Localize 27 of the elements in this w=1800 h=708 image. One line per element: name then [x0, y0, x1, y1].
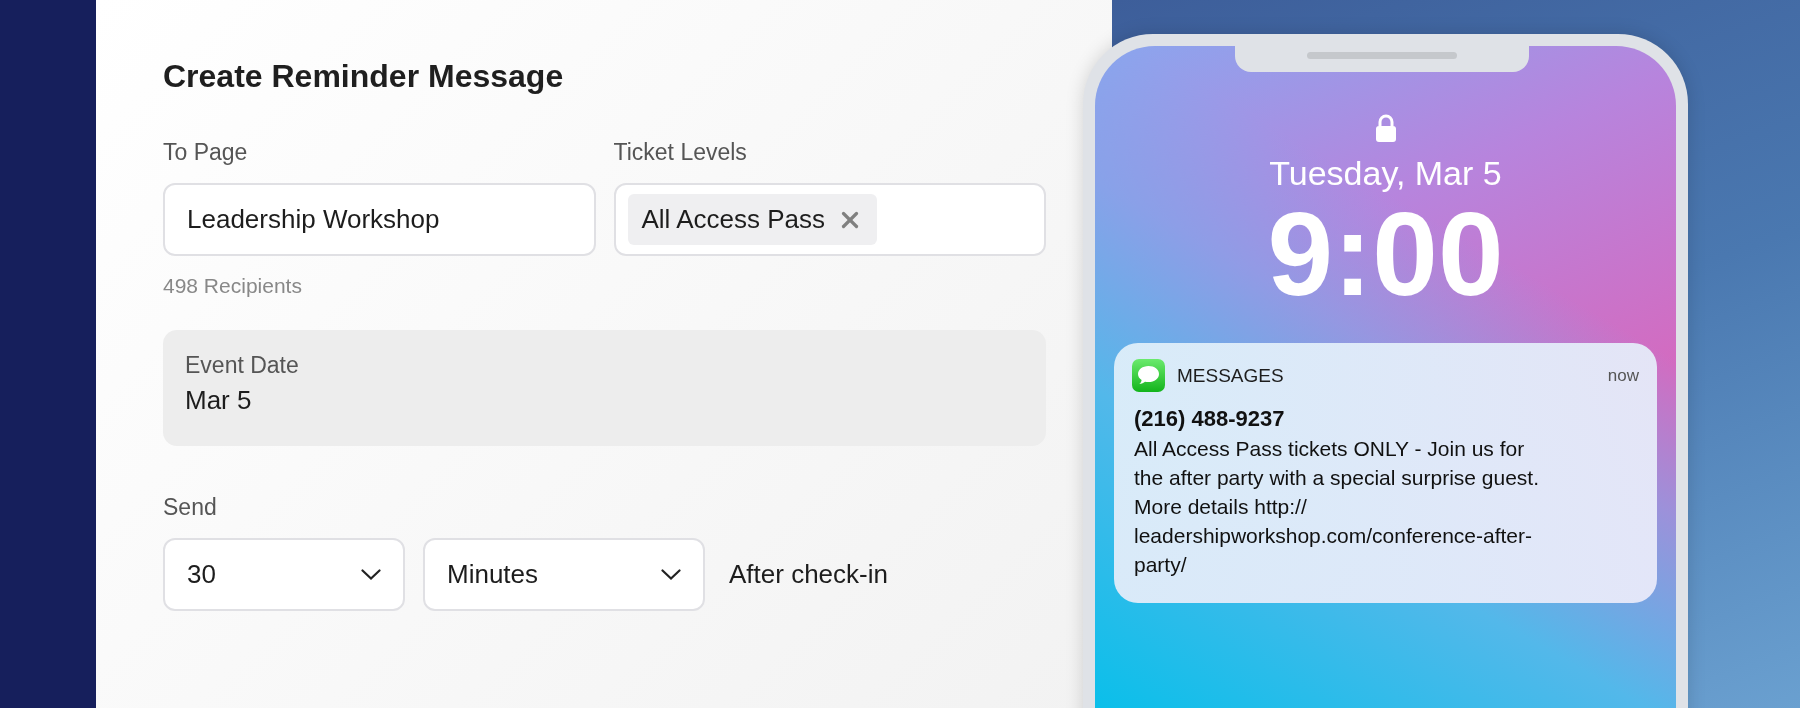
app-name: MESSAGES: [1177, 364, 1285, 387]
tag-label: All Access Pass: [641, 204, 825, 235]
chevron-icon: [661, 569, 681, 580]
chevron-icon: [361, 569, 381, 580]
event-date-value: Mar 5: [185, 385, 253, 416]
lock-date: Tuesday, Mar 5: [1269, 154, 1502, 193]
speaker-icon: [1307, 52, 1457, 59]
select-value: 30: [187, 559, 216, 590]
field-label: Ticket Levels: [613, 139, 748, 166]
recipients-count: 498 Recipients: [163, 274, 303, 298]
unit-select[interactable]: Minutes: [423, 538, 705, 611]
send-suffix: After check-in: [729, 559, 888, 590]
message-body: All Access Pass tickets ONLY - Join us for the after party with a special surprise guest. More details http:// leadershipworkshop.com/conference-after-party/: [1134, 436, 1541, 578]
event-date-label: Event Date: [185, 352, 300, 379]
select-value: Minutes: [447, 559, 539, 590]
notification-time: now: [1607, 365, 1639, 386]
notification-card[interactable]: MESSAGES now (216) 488-9237 All Access Pass tickets ONLY - Join us for the after party with a special surprise guest. More details http:// leadershipworkshop.com/conference-after-party/: [1114, 343, 1657, 603]
field-label: To Page: [163, 139, 249, 166]
lock-time: 9:00: [1267, 195, 1504, 313]
amount-select[interactable]: 30: [163, 538, 405, 611]
to-page-field[interactable]: Leadership Workshop: [163, 183, 596, 256]
ticket-levels-field[interactable]: All Access Pass: [613, 183, 1046, 256]
lock-icon: [1374, 114, 1397, 142]
messages-app-icon: [1132, 359, 1165, 392]
send-label: Send: [163, 494, 218, 521]
form-title: Create Reminder Message: [163, 58, 565, 95]
sender-number: (216) 488-9237: [1134, 406, 1286, 432]
